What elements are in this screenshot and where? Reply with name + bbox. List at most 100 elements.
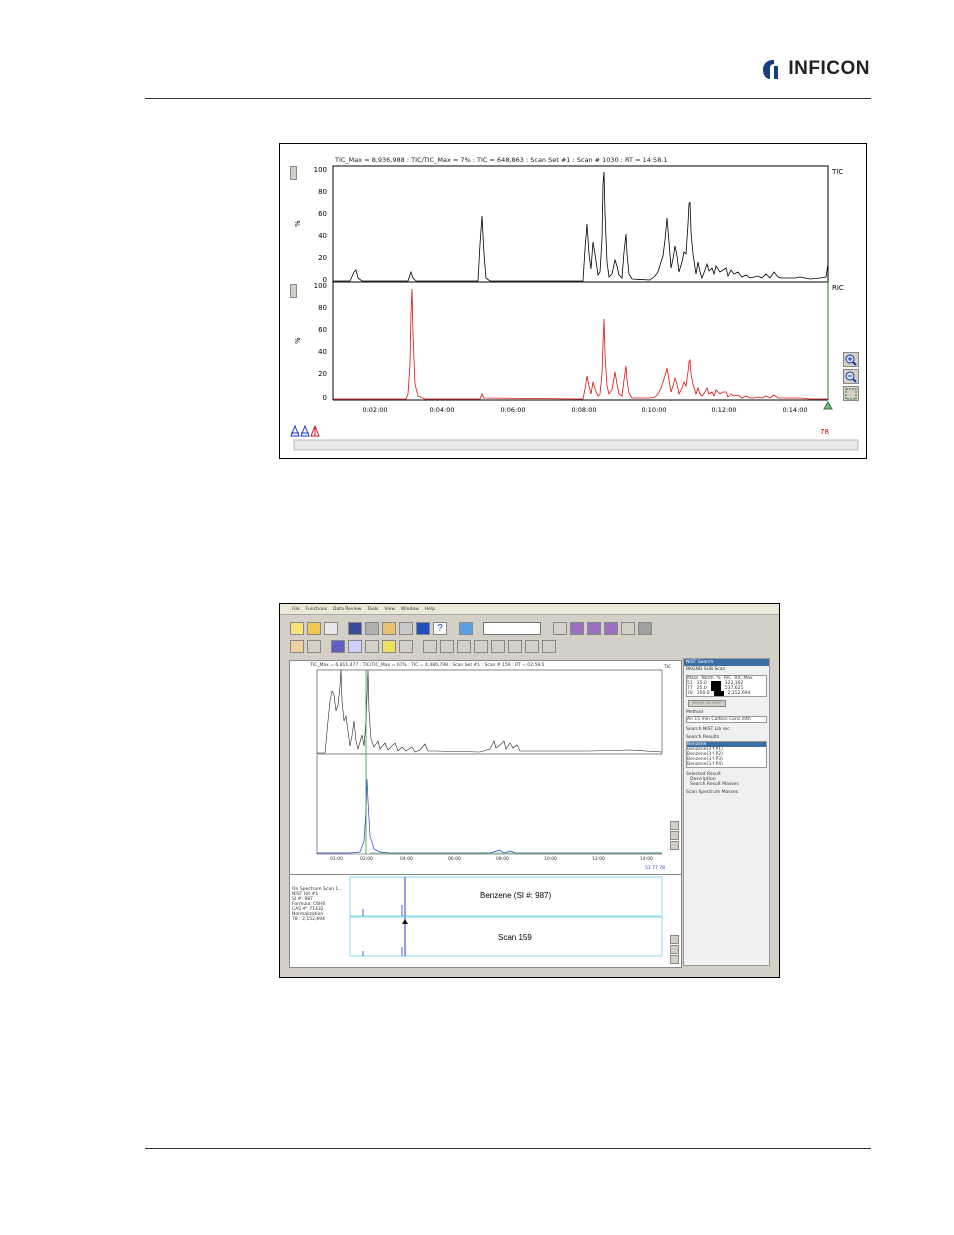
monitor-icon[interactable] [459, 622, 473, 635]
spectrum-icon-3[interactable] [604, 622, 618, 635]
spectrum-pane: On Spectrum Scan 1... NIST Hit #1 SI #: … [289, 874, 682, 968]
peak-marker-icon[interactable] [290, 425, 324, 437]
method-field[interactable]: An 15 min Carbon Conc.mth [686, 716, 767, 723]
zoom-in-button[interactable] [843, 352, 859, 367]
nav-icon-7[interactable] [525, 640, 539, 653]
footer-rule [145, 1148, 871, 1149]
nav-right-icon[interactable] [542, 640, 556, 653]
print-icon[interactable] [399, 622, 413, 635]
chrom-zoom-in-button[interactable] [670, 821, 679, 830]
library-spectrum-title: Benzene (SI #: 987) [480, 891, 552, 900]
ytick-top-80: 80 [318, 188, 327, 196]
amdis-icon[interactable] [399, 640, 413, 653]
menu-data-review[interactable]: Data Review [333, 607, 361, 612]
zoom-in-icon [845, 354, 857, 366]
xtick-0600: 0:06:00 [500, 406, 525, 414]
ytick-bot-0: 0 [323, 394, 327, 402]
help-icon[interactable]: ? [433, 622, 447, 635]
menu-help[interactable]: Help [425, 607, 435, 612]
fig1-tic-label: TIC [831, 168, 843, 176]
search-results-list: Benzene Benzene(3 f P1) Benzene(3 f P2) … [686, 741, 767, 768]
menu-view[interactable]: View [384, 607, 395, 612]
mass-table: Mass Norm. % RIC RIC Max 51 15.0 322,362… [686, 675, 767, 697]
fig1-xticks: 0:02:00 0:04:00 0:06:00 0:08:00 0:10:00 … [362, 406, 807, 414]
nav-icon-2[interactable] [440, 640, 454, 653]
library-icon[interactable] [365, 622, 379, 635]
chromatogram-pane: TIC_Max = 6,811,477 : TIC/TIC_Max = 67% … [289, 660, 682, 877]
chrom-corner-masses: 51 77 78 [645, 866, 666, 871]
scan-spectrum-masses-checkbox[interactable]: Scan Spectrum Masses [684, 787, 769, 798]
menu-bar: File Functions Data Review Tools View Wi… [280, 604, 779, 615]
chrom-xtick-3: 04:00 [400, 857, 413, 862]
save-icon[interactable] [348, 622, 362, 635]
spectrum-zoom-out-button[interactable] [670, 945, 679, 954]
fig1-bottom-yticks: 100 80 60 40 20 0 [314, 282, 327, 402]
row-mass: 78 [687, 691, 693, 696]
fig1-ion-mass-label: 78 [820, 428, 829, 436]
figure-2-app-window: File Functions Data Review Tools View Wi… [279, 603, 780, 978]
menu-window[interactable]: Window [401, 607, 419, 612]
chrom-fit-button[interactable] [670, 841, 679, 850]
nist-icon[interactable] [365, 640, 379, 653]
reset-screen-button[interactable]: Reset Screen [688, 700, 726, 707]
nist-search-panel: NIST Search BKGND SUB Scan Mass Norm. % … [683, 658, 770, 966]
chrom-svg [316, 669, 663, 855]
spectrum-icon-2[interactable] [587, 622, 601, 635]
zoom-out-icon [845, 371, 857, 383]
menu-functions[interactable]: Functions [306, 607, 328, 612]
ytick-top-20: 20 [318, 254, 327, 262]
tool-icon[interactable] [621, 622, 635, 635]
menu-file[interactable]: File [292, 607, 300, 612]
new-icon[interactable] [290, 622, 304, 635]
zoom-out-button[interactable] [843, 369, 859, 384]
fig1-ric-label: RIC [832, 284, 844, 292]
ytick-bot-20: 20 [318, 370, 327, 378]
nav-left-icon[interactable] [423, 640, 437, 653]
probe-icon[interactable] [553, 622, 567, 635]
disabled-icon [638, 622, 652, 635]
xtick-1400: 0:14:00 [782, 406, 807, 414]
chrom-xtick-2: 02:00 [360, 857, 373, 862]
search-results-label: Search Results [686, 735, 720, 740]
toolbar-row-2 [290, 640, 556, 653]
ytick-top-40: 40 [318, 232, 327, 240]
fig1-top-yticks: 100 80 60 40 20 0 [314, 166, 327, 284]
spectrum-icon-1[interactable] [570, 622, 584, 635]
xtick-0800: 0:08:00 [571, 406, 596, 414]
logo-text: INFICON [788, 58, 870, 79]
warning-icon[interactable] [382, 640, 396, 653]
xtick-0200: 0:02:00 [362, 406, 387, 414]
selected-result-label: Selected Result [686, 772, 721, 777]
toolbar-row-1: ? [290, 622, 652, 635]
properties-icon[interactable] [324, 622, 338, 635]
xtick-1000: 0:10:00 [641, 406, 666, 414]
panel-title: NIST Search [684, 659, 769, 666]
search-nist-checkbox[interactable]: Search NIST Lib rec [684, 724, 769, 735]
nav-icon-3[interactable] [457, 640, 471, 653]
chart-icon[interactable] [331, 640, 345, 653]
nav-icon-5[interactable] [491, 640, 505, 653]
table-row[interactable]: 78 100.0 2,152,694 [687, 691, 766, 696]
grid-icon[interactable] [307, 640, 321, 653]
menu-tools[interactable]: Tools [367, 607, 378, 612]
inficon-logo: INFICON [762, 58, 870, 80]
overlay-icon[interactable] [348, 640, 362, 653]
ytick-bot-100: 100 [314, 282, 327, 290]
nav-icon-4[interactable] [474, 640, 488, 653]
open-icon[interactable] [307, 622, 321, 635]
spectrum-fit-button[interactable] [670, 955, 679, 964]
result-item[interactable]: Benzene(3 f P4) [687, 762, 766, 767]
ec-icon[interactable] [290, 640, 304, 653]
method-label: Method [686, 710, 703, 715]
fig1-ric-trace [333, 288, 828, 400]
xtick-1200: 0:12:00 [711, 406, 736, 414]
manual-page: { "header": { "logo_text": "INFICON", "b… [0, 0, 954, 1235]
nav-icon-6[interactable] [508, 640, 522, 653]
fit-button[interactable] [843, 386, 859, 401]
chrom-zoom-out-button[interactable] [670, 831, 679, 840]
figure-1-chromatogram: TIC_Max = 8,936,988 : TIC/TIC_Max = 7% :… [279, 143, 867, 459]
spectrum-zoom-in-button[interactable] [670, 935, 679, 944]
method-select[interactable] [483, 622, 541, 635]
export-icon[interactable] [382, 622, 396, 635]
help-pointer-icon[interactable] [416, 622, 430, 635]
